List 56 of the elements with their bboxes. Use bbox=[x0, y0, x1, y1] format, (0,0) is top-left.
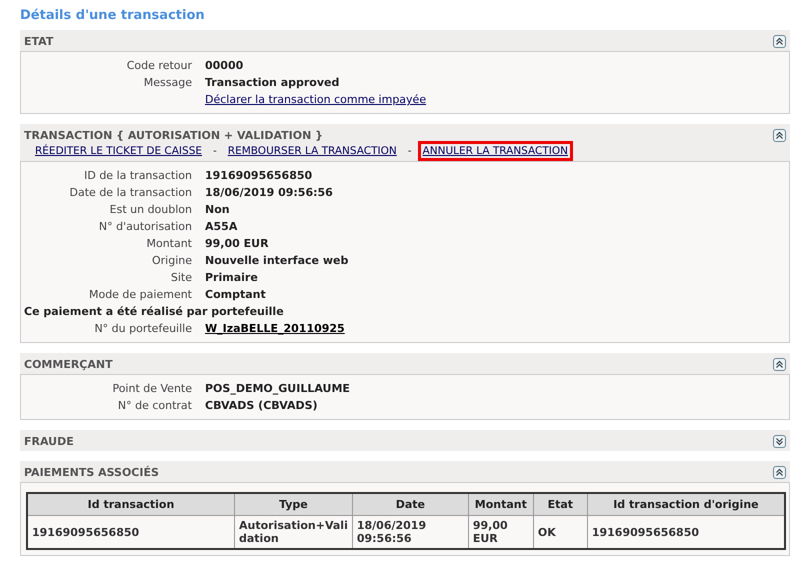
table-cell: 19169095656850 bbox=[587, 516, 785, 549]
field-label: Origine bbox=[150, 254, 193, 267]
field-label: Code retour bbox=[126, 59, 193, 72]
field-value: 00000 bbox=[205, 59, 244, 72]
collapse-icon[interactable] bbox=[773, 34, 786, 48]
field-label: Message bbox=[142, 76, 193, 89]
field-label: Mode de paiement bbox=[88, 288, 193, 301]
column-header: Etat bbox=[533, 493, 588, 516]
expand-icon[interactable] bbox=[773, 434, 786, 448]
field-value: Comptant bbox=[205, 288, 266, 301]
field-label: Date de la transaction bbox=[68, 186, 193, 199]
field-label: N° d'autorisation bbox=[98, 220, 193, 233]
field-label: N° du portefeuille bbox=[93, 322, 193, 335]
section-title: ETAT bbox=[24, 34, 54, 48]
field-label: Point de Vente bbox=[111, 382, 193, 395]
field-value: A55A bbox=[205, 220, 238, 233]
section-title: PAIEMENTS ASSOCIÉS bbox=[24, 466, 159, 478]
declare-unpaid-link[interactable]: Déclarer la transaction comme impayée bbox=[205, 93, 426, 106]
field-label: ID de la transaction bbox=[83, 169, 193, 182]
field-value: 99,00 EUR bbox=[205, 237, 269, 250]
field-label: N° de contrat bbox=[116, 399, 193, 412]
action-link[interactable]: RÉEDITER LE TICKET DE CAISSE bbox=[30, 141, 207, 161]
field-value: Nouvelle interface web bbox=[205, 254, 348, 267]
field-value: 18/06/2019 09:56:56 bbox=[205, 186, 333, 199]
wallet-note: Ce paiement a été réalisé par portefeuille bbox=[24, 305, 284, 318]
table-cell: 18/06/2019 09:56:56 bbox=[352, 516, 468, 549]
action-link[interactable]: ANNULER LA TRANSACTION bbox=[418, 141, 573, 161]
section-title: COMMERÇANT bbox=[24, 358, 113, 370]
table-cell: OK bbox=[533, 516, 588, 549]
field-value: POS_DEMO_GUILLAUME bbox=[205, 382, 350, 395]
field-label: Montant bbox=[145, 237, 193, 250]
action-link[interactable]: REMBOURSER LA TRANSACTION bbox=[222, 141, 402, 161]
section-title: FRAUDE bbox=[24, 434, 74, 448]
column-header: Id transaction d'origine bbox=[587, 493, 785, 516]
field-value: Transaction approved bbox=[205, 76, 340, 89]
field-value: CBVADS (CBVADS) bbox=[205, 399, 318, 412]
table-cell: 19169095656850 bbox=[27, 516, 234, 549]
field-label: Est un doublon bbox=[108, 203, 193, 216]
collapse-icon[interactable] bbox=[773, 466, 786, 478]
table-cell: 99,00 EUR bbox=[468, 516, 534, 549]
column-header: Id transaction bbox=[27, 493, 234, 516]
column-header: Date bbox=[352, 493, 468, 516]
field-label: Site bbox=[170, 271, 193, 284]
field-value: Non bbox=[205, 203, 230, 216]
collapse-icon[interactable] bbox=[773, 128, 786, 142]
page-title: Détails d'une transaction bbox=[20, 8, 206, 23]
collapse-icon[interactable] bbox=[773, 358, 786, 370]
column-header: Montant bbox=[468, 493, 534, 516]
separator-mark: - bbox=[213, 145, 217, 157]
column-header: Type bbox=[234, 493, 352, 516]
field-value: 19169095656850 bbox=[205, 169, 312, 182]
section-title: TRANSACTION { AUTORISATION + VALIDATION } bbox=[24, 128, 323, 142]
table-cell: Autorisation+Vali dation bbox=[234, 516, 352, 549]
separator-mark: - bbox=[408, 145, 412, 157]
field-value: Primaire bbox=[205, 271, 258, 284]
wallet-link[interactable]: W_IzaBELLE_20110925 bbox=[205, 322, 345, 335]
